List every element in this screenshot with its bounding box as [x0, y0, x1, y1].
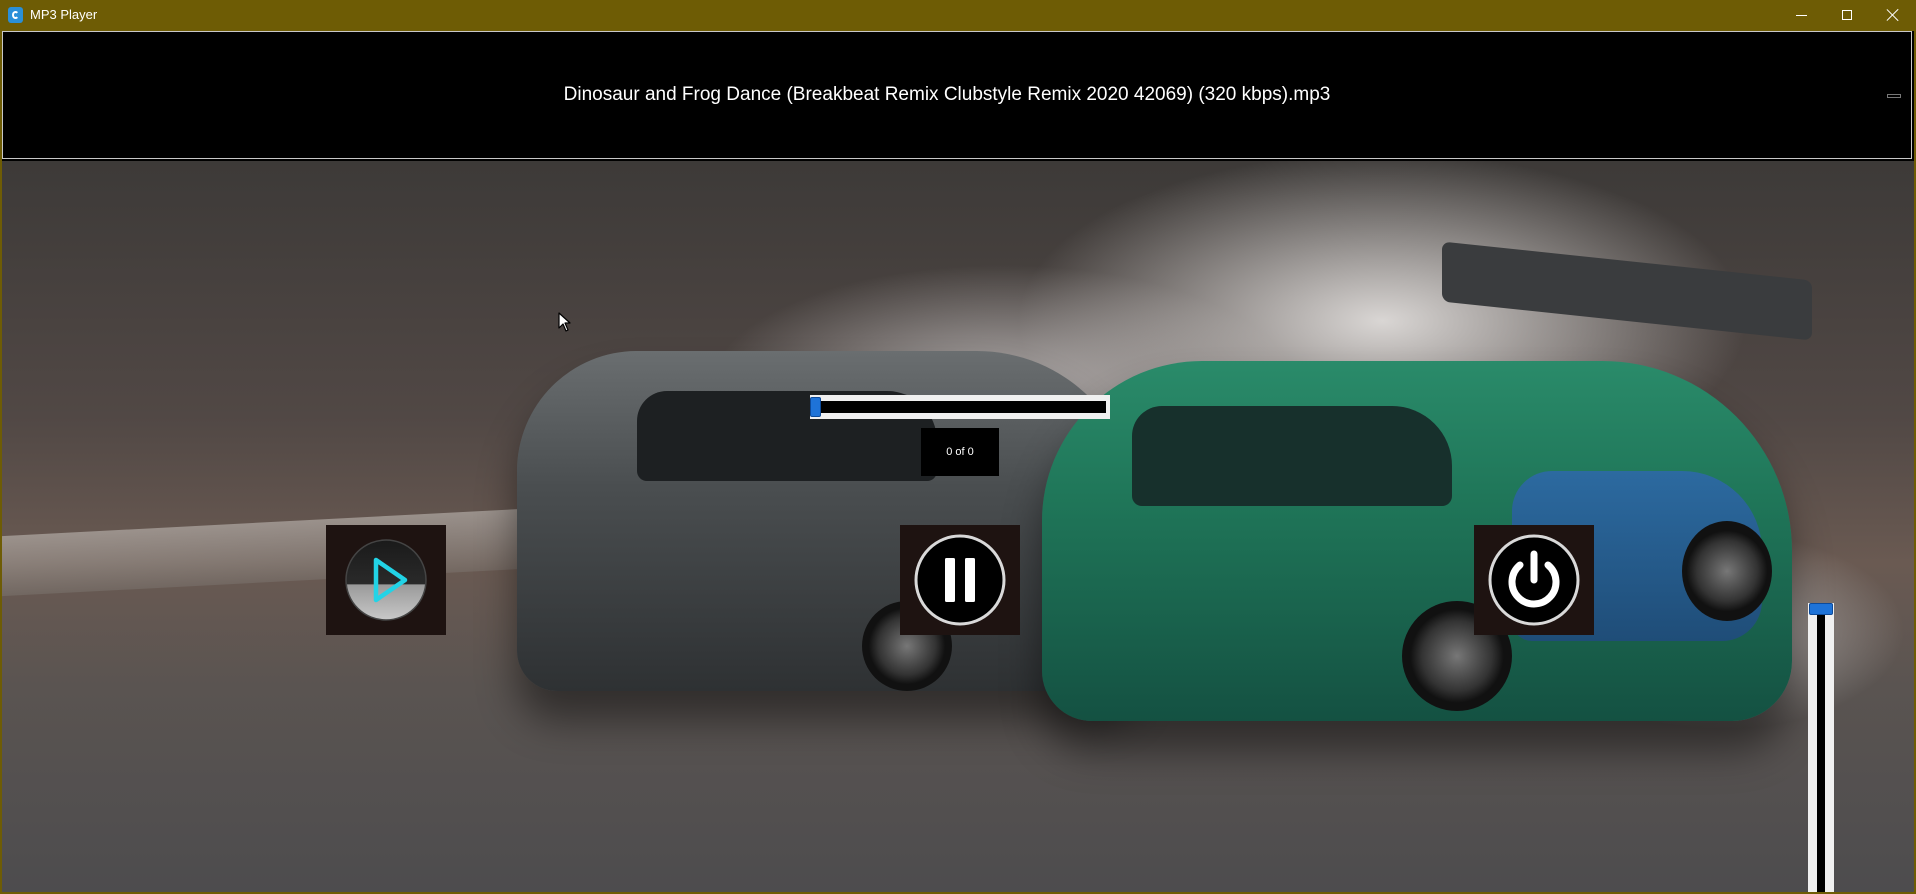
- play-icon: [345, 539, 427, 621]
- minimize-icon: [1795, 14, 1807, 16]
- seek-thumb[interactable]: [810, 397, 821, 417]
- green-car-windshield: [1132, 406, 1452, 506]
- title-bar[interactable]: MP3 Player: [0, 0, 1916, 30]
- green-car-rear-wheel: [1682, 521, 1772, 621]
- song-title: Dinosaur and Frog Dance (Breakbeat Remix…: [563, 84, 1331, 105]
- mp3-player-window: MP3 Player Dinosaur and Frog Dance (Brea…: [0, 0, 1916, 894]
- volume-slider[interactable]: [1808, 603, 1834, 892]
- seek-track[interactable]: [814, 401, 1106, 413]
- maximize-icon: [1842, 10, 1852, 20]
- track-counter: 0 of 0: [921, 428, 999, 476]
- volume-track[interactable]: [1817, 607, 1825, 892]
- volume-thumb[interactable]: [1809, 603, 1833, 615]
- maximize-button[interactable]: [1824, 0, 1870, 30]
- pause-button[interactable]: [900, 525, 1020, 635]
- close-icon: [1887, 9, 1899, 21]
- now-playing-panel: Dinosaur and Frog Dance (Breakbeat Remix…: [2, 31, 1912, 159]
- pause-icon: [914, 534, 1006, 626]
- seek-slider[interactable]: [810, 395, 1110, 419]
- close-button[interactable]: [1870, 0, 1916, 30]
- mouse-pointer-icon: [558, 312, 571, 332]
- app-icon: [8, 7, 23, 23]
- car-rear-wing: [1442, 241, 1812, 341]
- panel-scroll-indicator: [1887, 94, 1901, 98]
- play-button[interactable]: [326, 525, 446, 635]
- minimize-button[interactable]: [1778, 0, 1824, 30]
- power-icon: [1488, 534, 1580, 626]
- power-button[interactable]: [1474, 525, 1594, 635]
- client-area: Dinosaur and Frog Dance (Breakbeat Remix…: [2, 31, 1914, 892]
- window-title: MP3 Player: [30, 7, 98, 22]
